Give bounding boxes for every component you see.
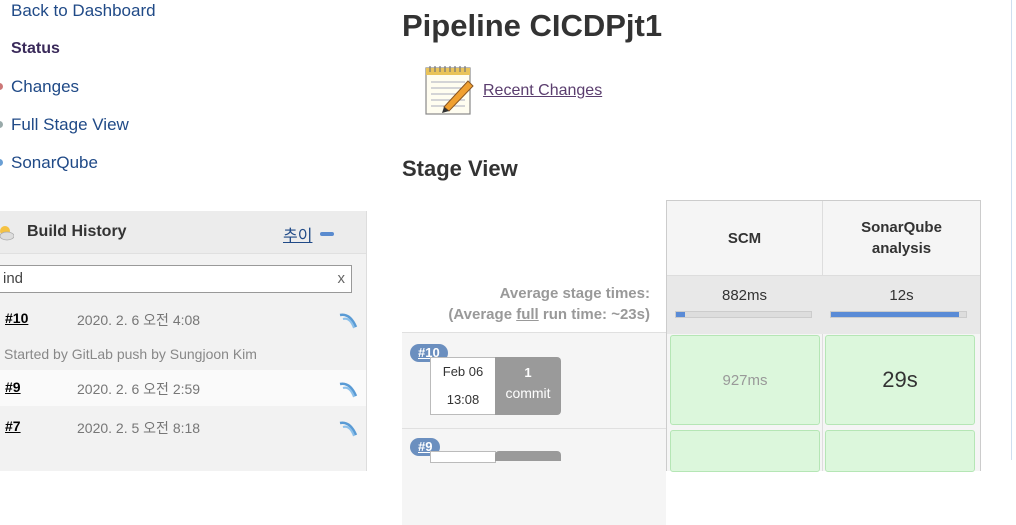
build-row-10: #10 2020. 2. 6 오전 4:08 bbox=[0, 301, 366, 337]
sidebar-item-label[interactable]: Full Stage View bbox=[11, 115, 129, 135]
changes-icon bbox=[0, 83, 3, 90]
stage-average-bar bbox=[830, 311, 967, 318]
stage-cell-sonarqube[interactable]: 29s bbox=[825, 335, 975, 425]
run-row-9 bbox=[402, 428, 666, 525]
build-number-link[interactable]: #9 bbox=[5, 379, 21, 395]
stage-header-sonarqube: SonarQube analysis bbox=[823, 201, 980, 275]
stage-cell-scm[interactable]: 927ms bbox=[670, 335, 820, 425]
stage-average-bar bbox=[675, 311, 812, 318]
commit-count: 1 bbox=[524, 365, 532, 380]
stage-view-icon bbox=[0, 121, 3, 128]
average-times-row: 882ms 12s bbox=[667, 275, 980, 334]
build-date-link[interactable]: 2020. 2. 5 오전 8:18 bbox=[77, 418, 200, 438]
build-status-icon[interactable] bbox=[338, 417, 360, 439]
notepad-icon bbox=[425, 66, 474, 115]
weather-sunny-cloud-icon bbox=[0, 226, 14, 241]
stage-view-heading: Stage View bbox=[402, 156, 518, 181]
stage-name: SonarQube analysis bbox=[861, 219, 942, 257]
stage-average-time: 882ms bbox=[721, 287, 768, 304]
collapse-icon[interactable] bbox=[320, 232, 334, 236]
page-title: Pipeline CICDPjt1 bbox=[402, 8, 663, 43]
average-stage-times-label: Average stage times: bbox=[499, 285, 650, 302]
run-date-box: Feb 06 13:08 bbox=[430, 357, 496, 415]
sidebar-item-label[interactable]: Status bbox=[11, 40, 60, 58]
clear-filter-button[interactable]: x bbox=[338, 270, 346, 287]
build-history-header: Build History 추이 bbox=[0, 211, 366, 254]
commits-button[interactable]: 1 commit bbox=[495, 357, 561, 415]
page-edge bbox=[1011, 0, 1012, 460]
build-filter-field[interactable]: x bbox=[0, 265, 352, 293]
sonarqube-icon bbox=[0, 159, 3, 166]
run-date-box bbox=[430, 451, 496, 463]
average-full-run-label: (Average full run time: ~23s) bbox=[404, 306, 650, 323]
stage-duration: 927ms bbox=[722, 371, 768, 389]
recent-changes-link[interactable]: Recent Changes bbox=[483, 82, 602, 100]
run-date: Feb 06 bbox=[442, 364, 484, 379]
build-number-link[interactable]: #7 bbox=[5, 418, 21, 434]
average-full-suffix: run time: ~23s) bbox=[538, 306, 650, 323]
stage-header-scm: SCM bbox=[667, 201, 822, 275]
build-row-9: #9 2020. 2. 6 오전 2:59 bbox=[0, 370, 366, 406]
average-full-word: full bbox=[516, 306, 539, 323]
run-time: 13:08 bbox=[446, 392, 480, 407]
stage-name: SCM bbox=[727, 229, 762, 247]
trend-link[interactable]: 추이 bbox=[283, 222, 312, 246]
build-cause-text: Started by GitLab push by Sungjoon Kim bbox=[4, 346, 257, 362]
average-full-prefix: (Average bbox=[448, 306, 517, 323]
build-number-link[interactable]: #10 bbox=[5, 310, 28, 326]
stage-cell-sonarqube[interactable] bbox=[825, 430, 975, 472]
stage-cell-scm[interactable] bbox=[670, 430, 820, 472]
commit-label: commit bbox=[505, 385, 551, 401]
stage-average-bar-fill bbox=[676, 312, 686, 317]
build-status-icon[interactable] bbox=[338, 309, 360, 331]
build-filter-input[interactable] bbox=[1, 269, 325, 288]
build-history-title: Build History bbox=[27, 223, 127, 240]
stage-average-time: 12s bbox=[889, 287, 914, 304]
build-date-link[interactable]: 2020. 2. 6 오전 4:08 bbox=[77, 310, 200, 330]
stage-duration: 29s bbox=[882, 367, 918, 392]
sidebar-item-label[interactable]: SonarQube bbox=[11, 153, 98, 173]
build-date-link[interactable]: 2020. 2. 6 오전 2:59 bbox=[77, 379, 200, 399]
stage-average-bar-fill bbox=[831, 312, 960, 317]
sidebar-item-label[interactable]: Back to Dashboard bbox=[11, 1, 156, 21]
build-row-7: #7 2020. 2. 5 오전 8:18 bbox=[0, 409, 366, 445]
sidebar-item-label[interactable]: Changes bbox=[11, 77, 79, 97]
build-status-icon[interactable] bbox=[338, 378, 360, 400]
